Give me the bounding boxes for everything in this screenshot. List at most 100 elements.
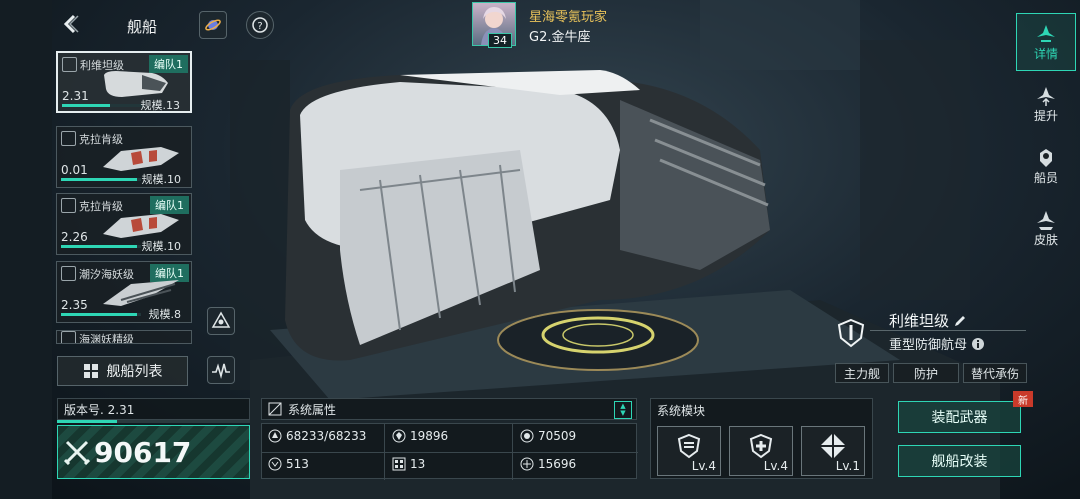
module-diamond-icon <box>820 433 846 459</box>
ship-card-version: 2.31 <box>62 89 89 103</box>
system-attributes-header: 系统属性 ▲ ▼ <box>261 398 637 420</box>
attr-speed-value: 15696 <box>538 457 577 471</box>
armor-icon <box>520 429 534 443</box>
shield-icon <box>392 429 406 443</box>
ship-name: 利维坦级 <box>889 312 950 330</box>
ship-thumbnail-icon <box>103 214 179 238</box>
combat-power-value: 90617 <box>94 435 192 469</box>
ship-thumbnail-icon <box>103 147 179 171</box>
equip-weapon-button[interactable]: 装配武器 <box>898 401 1021 433</box>
divider <box>870 330 1026 331</box>
ship-card-kraken-1[interactable]: 克拉肯级 0.01 规模.10 <box>56 126 192 188</box>
attr-energy-value: 513 <box>286 457 309 471</box>
module-slot-1[interactable]: Lv.4 <box>657 426 721 476</box>
info-icon[interactable] <box>971 337 985 351</box>
ship-card-progress <box>61 313 141 316</box>
hull-icon <box>268 429 282 443</box>
ship-card-scale: 规模.10 <box>141 173 182 186</box>
grid-list-icon <box>83 364 98 378</box>
attr-armor-value: 70509 <box>538 429 577 443</box>
refit-button[interactable]: 舰船改装 <box>898 445 1021 477</box>
upgrade-ship-icon <box>1037 86 1055 106</box>
player-rank: G2.金牛座 <box>529 30 591 45</box>
ship-card-scale: 规模.8 <box>148 308 182 321</box>
ship-type: 重型防御航母 <box>889 338 968 353</box>
role-chip: 主力舰 <box>835 363 889 383</box>
module-level: Lv.4 <box>763 459 788 473</box>
fleet-signal-button[interactable] <box>207 356 235 384</box>
version-bar: 版本号. 2.31 <box>57 398 250 420</box>
planet-icon <box>205 19 221 31</box>
attr-grid: 13 <box>392 457 425 471</box>
edit-pencil-icon[interactable] <box>953 314 967 328</box>
ship-card-scale: 规模.13 <box>140 99 181 112</box>
speed-icon <box>520 457 534 471</box>
combat-power-panel: 90617 <box>57 425 250 479</box>
module-level: Lv.1 <box>835 459 860 473</box>
crew-icon <box>1040 148 1052 167</box>
tab-details[interactable]: 详情 <box>1016 13 1076 71</box>
tab-label: 详情 <box>1033 46 1058 61</box>
attr-hull-value: 68233/68233 <box>286 429 367 443</box>
ship-card-kraken-2[interactable]: 克拉肯级 编队1 2.26 规模.10 <box>56 193 192 255</box>
ship-thumbnail-icon <box>104 71 168 97</box>
attr-energy: 513 <box>268 457 309 471</box>
help-icon: ? <box>252 17 268 33</box>
ship-card-progress <box>61 245 141 248</box>
ship-card-tidal-siren[interactable]: 潮汐海妖级 编队1 2.35 规模.8 <box>56 261 192 323</box>
tab-skin[interactable]: 皮肤 <box>1016 199 1076 257</box>
attr-shield-value: 19896 <box>410 429 449 443</box>
ship-role-icon <box>836 318 868 350</box>
system-attributes-grid: 68233/68233 19896 70509 513 13 15696 <box>261 423 638 480</box>
module-slot-3[interactable]: Lv.1 <box>801 426 865 476</box>
ship-type-row: 重型防御航母 <box>889 334 985 353</box>
svg-text:?: ? <box>257 21 262 32</box>
tab-upgrade[interactable]: 提升 <box>1016 75 1076 133</box>
details-ship-icon <box>1037 24 1055 42</box>
tab-label: 皮肤 <box>1033 232 1058 247</box>
player-name: 星海零氪玩家 <box>529 10 608 25</box>
tab-label: 船员 <box>1033 170 1058 185</box>
waveform-icon <box>212 363 230 380</box>
back-button[interactable] <box>58 12 84 38</box>
ship-name-row[interactable]: 利维坦级 <box>889 310 967 331</box>
skin-icon <box>1037 210 1055 230</box>
ship-card-progress <box>62 104 142 107</box>
help-button[interactable]: ? <box>246 11 274 39</box>
new-badge: 新 <box>1013 391 1033 407</box>
player-level: 34 <box>488 33 512 48</box>
page-title: 舰船 <box>127 18 158 36</box>
ship-class-icon <box>61 198 76 213</box>
module-shield-icon <box>677 433 701 459</box>
crossed-swords-icon <box>64 440 90 465</box>
divider <box>262 452 638 453</box>
formation-icon <box>211 311 231 328</box>
ship-class-icon <box>61 266 76 281</box>
version-label: 版本号. 2.31 <box>64 402 135 417</box>
ship-class-icon <box>61 131 76 146</box>
ship-card-version: 0.01 <box>61 163 88 177</box>
system-modules-panel: 系统模块 Lv.4 Lv.4 Lv.1 <box>650 398 873 479</box>
planet-button[interactable] <box>199 11 227 39</box>
tab-crew[interactable]: 船员 <box>1016 137 1076 195</box>
version-progress <box>57 420 250 423</box>
ship-thumbnail-icon <box>103 280 179 306</box>
ship-card-abyss-fairy[interactable]: 海渊妖精级 <box>56 330 192 344</box>
role-chip: 替代承伤 <box>963 363 1027 383</box>
ship-card-name: 海渊妖精级 <box>79 333 134 344</box>
ship-card-version: 2.35 <box>61 298 88 312</box>
chevron-left-icon <box>63 14 79 34</box>
formation-button[interactable] <box>207 307 235 335</box>
attr-grid-value: 13 <box>410 457 426 471</box>
ship-card-scale: 规模.10 <box>141 240 182 253</box>
module-level: Lv.4 <box>691 459 716 473</box>
ship-card-progress <box>61 178 141 181</box>
ship-class-icon <box>61 331 76 343</box>
ship-card-leviathan[interactable]: 利维坦级 编队1 2.31 规模.13 <box>56 51 192 113</box>
module-slot-2[interactable]: Lv.4 <box>729 426 793 476</box>
ship-list-button[interactable]: 舰船列表 <box>57 356 188 386</box>
module-medic-icon <box>749 433 773 459</box>
role-chip: 防护 <box>893 363 959 383</box>
expand-toggle-icon[interactable]: ▲ ▼ <box>614 401 632 419</box>
system-attributes-title: 系统属性 <box>288 402 337 417</box>
